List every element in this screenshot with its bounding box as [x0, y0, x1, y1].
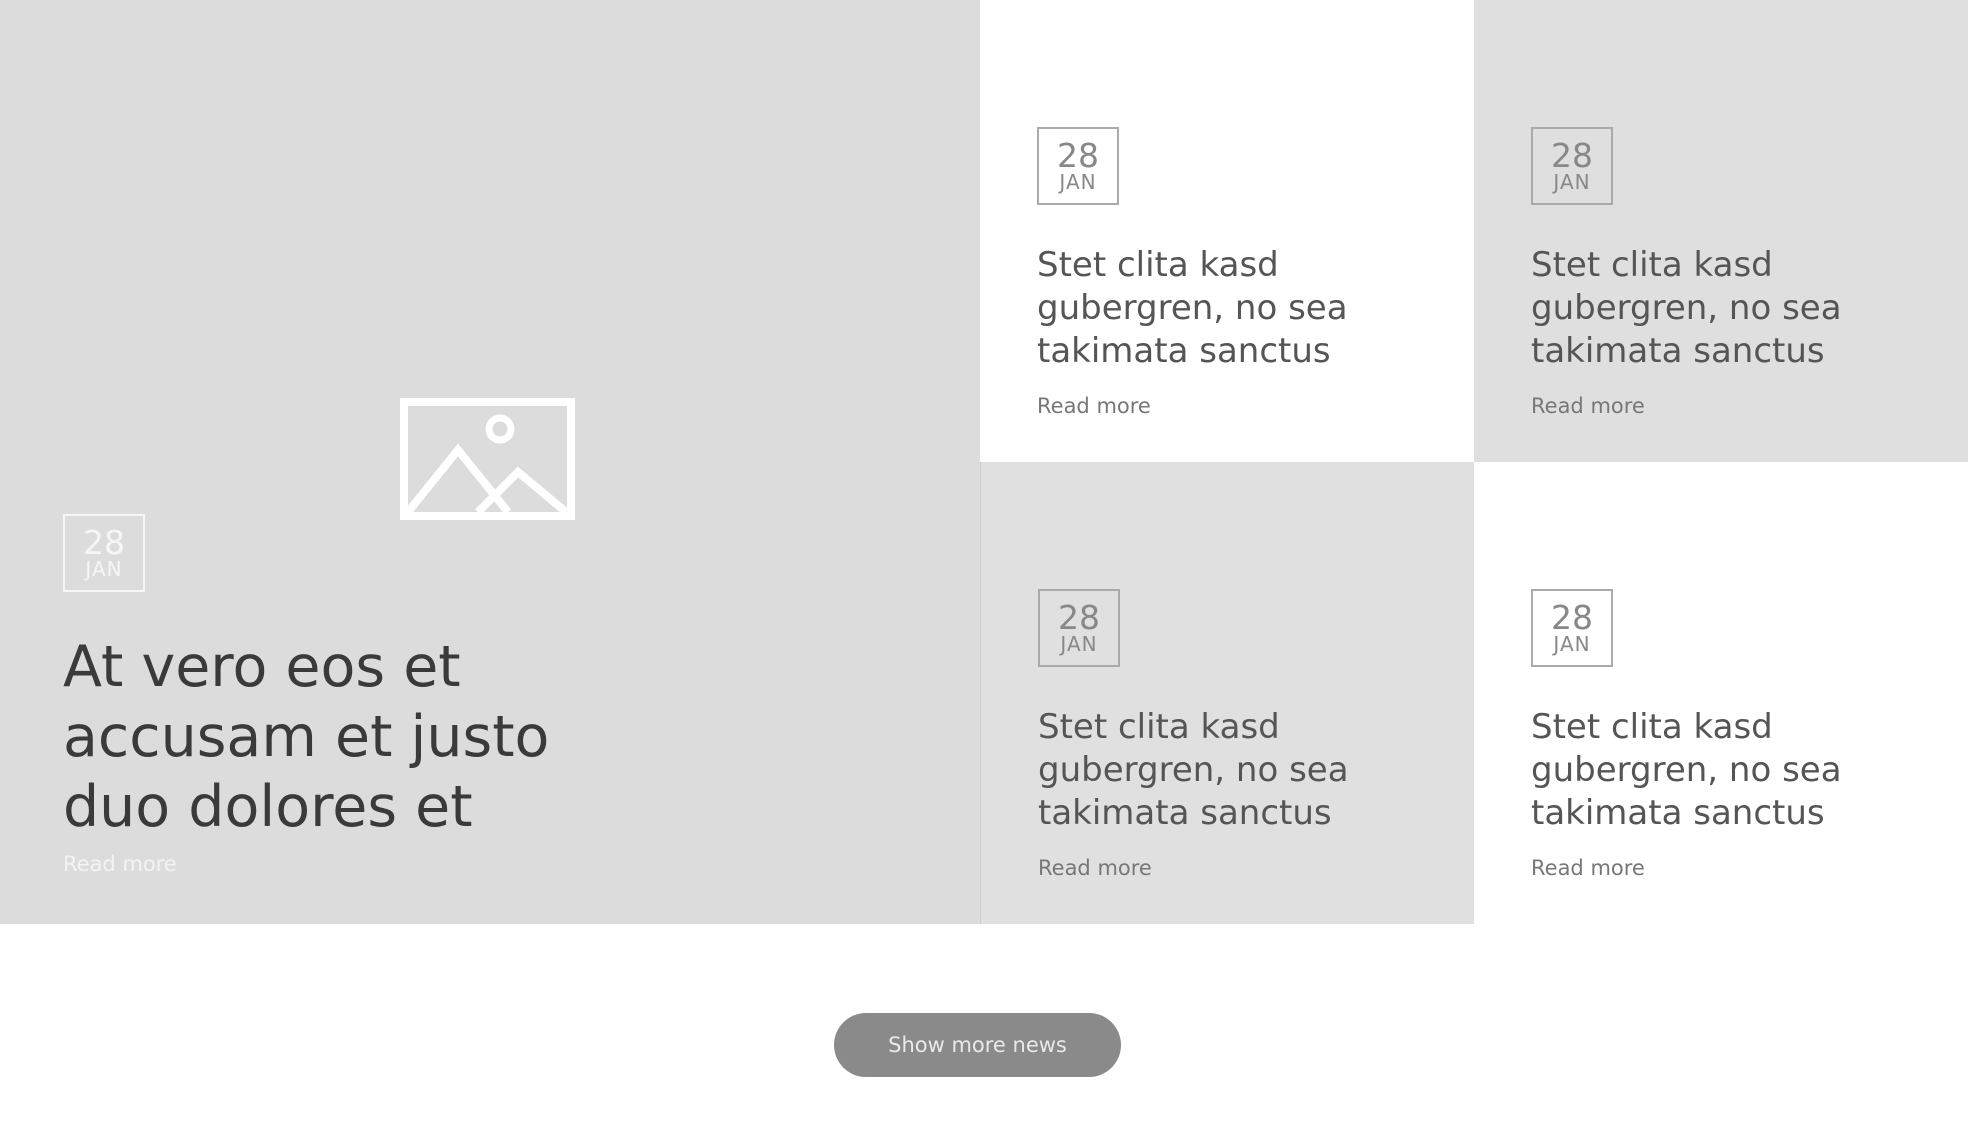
show-more-news-button[interactable]: Show more news [834, 1013, 1121, 1077]
date-day: 28 [83, 523, 125, 562]
news-card[interactable]: 28 JAN Stet clita kasd gubergren, no sea… [1474, 462, 1968, 924]
news-card-headline[interactable]: Stet clita kasd gubergren, no sea takima… [1531, 244, 1931, 373]
date-month: JAN [85, 557, 123, 581]
read-more-link[interactable]: Read more [1531, 394, 1645, 418]
news-card[interactable]: 28 JAN Stet clita kasd gubergren, no sea… [980, 462, 1474, 924]
image-placeholder-icon [400, 398, 575, 520]
date-badge: 28 JAN [1531, 589, 1613, 667]
news-card-headline[interactable]: Stet clita kasd gubergren, no sea takima… [1531, 706, 1931, 835]
read-more-link[interactable]: Read more [1038, 856, 1152, 880]
date-day: 28 [1551, 136, 1593, 175]
date-badge: 28 JAN [1037, 127, 1119, 205]
date-badge: 28 JAN [1038, 589, 1120, 667]
date-day: 28 [1551, 598, 1593, 637]
date-badge: 28 JAN [1531, 127, 1613, 205]
news-card[interactable]: 28 JAN Stet clita kasd gubergren, no sea… [1474, 0, 1968, 462]
news-card-headline[interactable]: Stet clita kasd gubergren, no sea takima… [1037, 244, 1437, 373]
news-grid: 28 JAN At vero eos et accusam et justo d… [0, 0, 1968, 924]
date-month: JAN [1059, 170, 1097, 194]
featured-headline[interactable]: At vero eos et accusam et justo duo dolo… [63, 632, 623, 842]
news-card-headline[interactable]: Stet clita kasd gubergren, no sea takima… [1038, 706, 1438, 835]
date-day: 28 [1057, 136, 1099, 175]
date-badge: 28 JAN [63, 514, 145, 592]
news-card[interactable]: 28 JAN Stet clita kasd gubergren, no sea… [980, 0, 1474, 462]
read-more-link[interactable]: Read more [1037, 394, 1151, 418]
date-month: JAN [1553, 170, 1591, 194]
date-day: 28 [1058, 598, 1100, 637]
featured-news-item[interactable]: 28 JAN At vero eos et accusam et justo d… [0, 0, 980, 924]
date-month: JAN [1553, 632, 1591, 656]
read-more-link[interactable]: Read more [1531, 856, 1645, 880]
date-month: JAN [1060, 632, 1098, 656]
read-more-link[interactable]: Read more [63, 852, 177, 876]
